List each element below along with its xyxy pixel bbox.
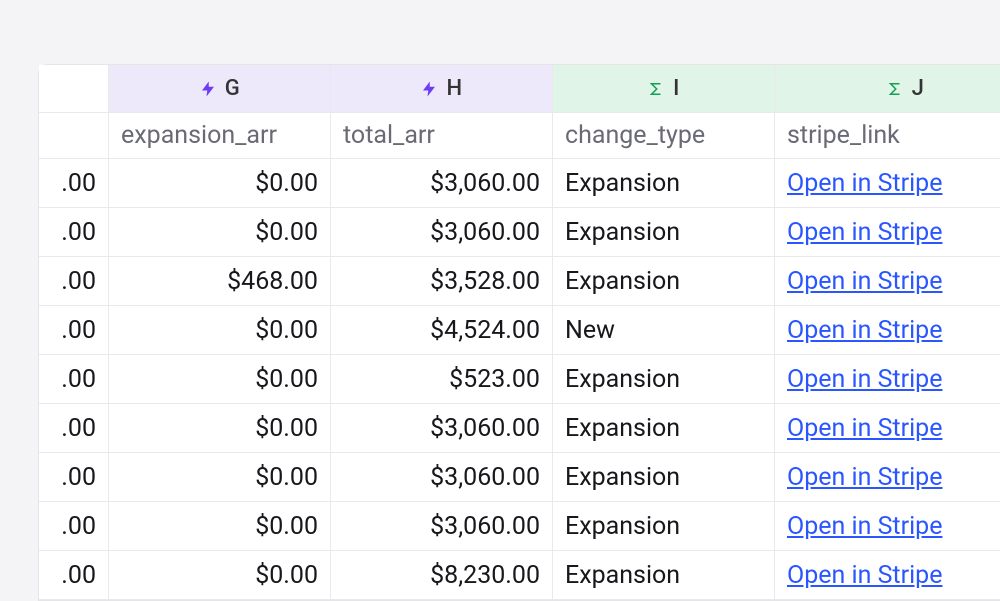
cell-expansion-arr[interactable]: $0.00 xyxy=(109,502,331,550)
column-letter-row: G H I J xyxy=(39,65,1000,113)
column-letter: J xyxy=(912,78,925,100)
column-header-g[interactable]: G xyxy=(109,65,331,112)
cell-total-arr[interactable]: $3,060.00 xyxy=(331,208,553,256)
sigma-icon xyxy=(647,80,665,98)
cell-total-arr[interactable]: $3,060.00 xyxy=(331,159,553,207)
cell-change-type[interactable]: Expansion xyxy=(553,208,775,256)
cell-expansion-arr[interactable]: $0.00 xyxy=(109,208,331,256)
cell-stub[interactable]: .00 xyxy=(39,257,109,305)
column-header-h[interactable]: H xyxy=(331,65,553,112)
stripe-link[interactable]: Open in Stripe xyxy=(787,514,942,539)
cell-stub[interactable]: .00 xyxy=(39,551,109,599)
field-header[interactable]: change_type xyxy=(553,113,775,158)
stripe-link[interactable]: Open in Stripe xyxy=(787,269,942,294)
cell-stub[interactable]: .00 xyxy=(39,453,109,501)
cell-change-type[interactable]: Expansion xyxy=(553,257,775,305)
table-row: .00 $0.00 $3,060.00 Expansion Open in St… xyxy=(39,453,1000,502)
cell-expansion-arr[interactable]: $0.00 xyxy=(109,404,331,452)
cell-stub[interactable]: .00 xyxy=(39,208,109,256)
cell-stripe-link[interactable]: Open in Stripe xyxy=(775,404,1000,452)
cell-total-arr[interactable]: $3,060.00 xyxy=(331,502,553,550)
cell-total-arr[interactable]: $4,524.00 xyxy=(331,306,553,354)
cell-expansion-arr[interactable]: $468.00 xyxy=(109,257,331,305)
cell-change-type[interactable]: New xyxy=(553,306,775,354)
cell-total-arr[interactable]: $8,230.00 xyxy=(331,551,553,599)
cell-expansion-arr[interactable]: $0.00 xyxy=(109,453,331,501)
cell-stub[interactable]: .00 xyxy=(39,404,109,452)
column-header-i[interactable]: I xyxy=(553,65,775,112)
cell-stub[interactable]: .00 xyxy=(39,306,109,354)
stripe-link[interactable]: Open in Stripe xyxy=(787,220,942,245)
field-header[interactable]: expansion_arr xyxy=(109,113,331,158)
table-row: .00 $0.00 $4,524.00 New Open in Stripe xyxy=(39,306,1000,355)
cell-change-type[interactable]: Expansion xyxy=(553,453,775,501)
cell-expansion-arr[interactable]: $0.00 xyxy=(109,306,331,354)
sigma-icon xyxy=(886,80,904,98)
bolt-icon xyxy=(199,80,217,98)
cell-stripe-link[interactable]: Open in Stripe xyxy=(775,159,1000,207)
table-row: .00 $0.00 $3,060.00 Expansion Open in St… xyxy=(39,159,1000,208)
cell-change-type[interactable]: Expansion xyxy=(553,551,775,599)
cell-expansion-arr[interactable]: $0.00 xyxy=(109,551,331,599)
cell-stripe-link[interactable]: Open in Stripe xyxy=(775,502,1000,550)
cell-stripe-link[interactable]: Open in Stripe xyxy=(775,355,1000,403)
cell-change-type[interactable]: Expansion xyxy=(553,502,775,550)
cell-stripe-link[interactable]: Open in Stripe xyxy=(775,257,1000,305)
row-stub xyxy=(39,113,109,158)
cell-total-arr[interactable]: $3,528.00 xyxy=(331,257,553,305)
bolt-icon xyxy=(420,80,438,98)
stripe-link[interactable]: Open in Stripe xyxy=(787,367,942,392)
cell-change-type[interactable]: Expansion xyxy=(553,355,775,403)
field-header-row: expansion_arr total_arr change_type stri… xyxy=(39,113,1000,159)
stripe-link[interactable]: Open in Stripe xyxy=(787,563,942,588)
column-header-j[interactable]: J xyxy=(775,65,1000,112)
cell-total-arr[interactable]: $3,060.00 xyxy=(331,404,553,452)
cell-expansion-arr[interactable]: $0.00 xyxy=(109,355,331,403)
spreadsheet[interactable]: G H I J expansion_arr total_arr change_t… xyxy=(38,64,1000,601)
cell-expansion-arr[interactable]: $0.00 xyxy=(109,159,331,207)
table-row: .00 $0.00 $3,060.00 Expansion Open in St… xyxy=(39,502,1000,551)
cell-stub[interactable]: .00 xyxy=(39,355,109,403)
cell-change-type[interactable]: Expansion xyxy=(553,159,775,207)
stripe-link[interactable]: Open in Stripe xyxy=(787,171,942,196)
cell-stripe-link[interactable]: Open in Stripe xyxy=(775,306,1000,354)
column-letter: H xyxy=(446,78,462,100)
cell-stub[interactable]: .00 xyxy=(39,502,109,550)
table-row: .00 $0.00 $523.00 Expansion Open in Stri… xyxy=(39,355,1000,404)
table-row: .00 $0.00 $8,230.00 Expansion Open in St… xyxy=(39,551,1000,600)
cell-stub[interactable]: .00 xyxy=(39,159,109,207)
table-row: .00 $468.00 $3,528.00 Expansion Open in … xyxy=(39,257,1000,306)
stripe-link[interactable]: Open in Stripe xyxy=(787,416,942,441)
column-letter: G xyxy=(225,78,241,100)
cell-stripe-link[interactable]: Open in Stripe xyxy=(775,453,1000,501)
cell-total-arr[interactable]: $3,060.00 xyxy=(331,453,553,501)
cell-change-type[interactable]: Expansion xyxy=(553,404,775,452)
field-header[interactable]: stripe_link xyxy=(775,113,1000,158)
cell-stripe-link[interactable]: Open in Stripe xyxy=(775,551,1000,599)
cell-total-arr[interactable]: $523.00 xyxy=(331,355,553,403)
column-letter: I xyxy=(673,78,680,100)
cell-stripe-link[interactable]: Open in Stripe xyxy=(775,208,1000,256)
stripe-link[interactable]: Open in Stripe xyxy=(787,465,942,490)
table-row: .00 $0.00 $3,060.00 Expansion Open in St… xyxy=(39,404,1000,453)
table-row: .00 $0.00 $3,060.00 Expansion Open in St… xyxy=(39,208,1000,257)
row-stub xyxy=(39,65,109,112)
stripe-link[interactable]: Open in Stripe xyxy=(787,318,942,343)
field-header[interactable]: total_arr xyxy=(331,113,553,158)
